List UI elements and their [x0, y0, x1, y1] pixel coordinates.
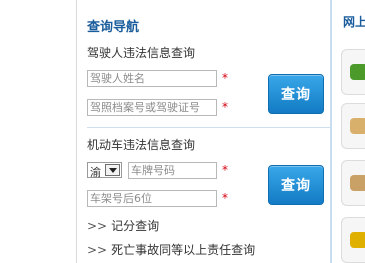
driver-name-input[interactable]: [87, 70, 217, 87]
service-icon-tile[interactable]: [341, 103, 365, 149]
frame-number-input[interactable]: [87, 190, 217, 207]
car-icon: [350, 64, 365, 80]
service-icon-tile[interactable]: [341, 49, 365, 95]
right-column-title: 网上: [343, 15, 365, 29]
plate-number-input[interactable]: [128, 162, 217, 179]
license-icon: [350, 232, 365, 248]
link-label: 死亡事故同等以上责任查询: [111, 243, 256, 257]
service-icon-tile[interactable]: [341, 160, 365, 206]
province-select[interactable]: 渝: [87, 162, 122, 179]
document-icon: [350, 118, 365, 134]
id-card-icon: [350, 175, 365, 191]
fatal-accident-query-link[interactable]: >> 死亡事故同等以上责任查询: [87, 241, 255, 258]
double-arrow-icon: >>: [87, 243, 108, 257]
chevron-down-icon: [105, 164, 120, 176]
link-label: 记分查询: [111, 219, 160, 233]
service-icon-tile[interactable]: [341, 217, 365, 263]
required-mark: *: [222, 163, 228, 177]
panel-title: 查询导航: [87, 20, 140, 35]
vehicle-query-button[interactable]: 查询: [268, 165, 324, 205]
driver-section-label: 驾驶人违法信息查询: [87, 46, 196, 60]
required-mark: *: [222, 191, 228, 205]
panel-divider: [330, 0, 332, 263]
province-selected-value: 渝: [90, 166, 101, 179]
required-mark: *: [222, 71, 228, 85]
section-separator: [87, 127, 330, 128]
double-arrow-icon: >>: [87, 219, 108, 233]
required-mark: *: [222, 100, 228, 114]
driver-query-button[interactable]: 查询: [268, 74, 324, 114]
vehicle-section-label: 机动车违法信息查询: [87, 138, 196, 152]
license-number-input[interactable]: [87, 99, 217, 116]
points-query-link[interactable]: >> 记分查询: [87, 217, 159, 234]
